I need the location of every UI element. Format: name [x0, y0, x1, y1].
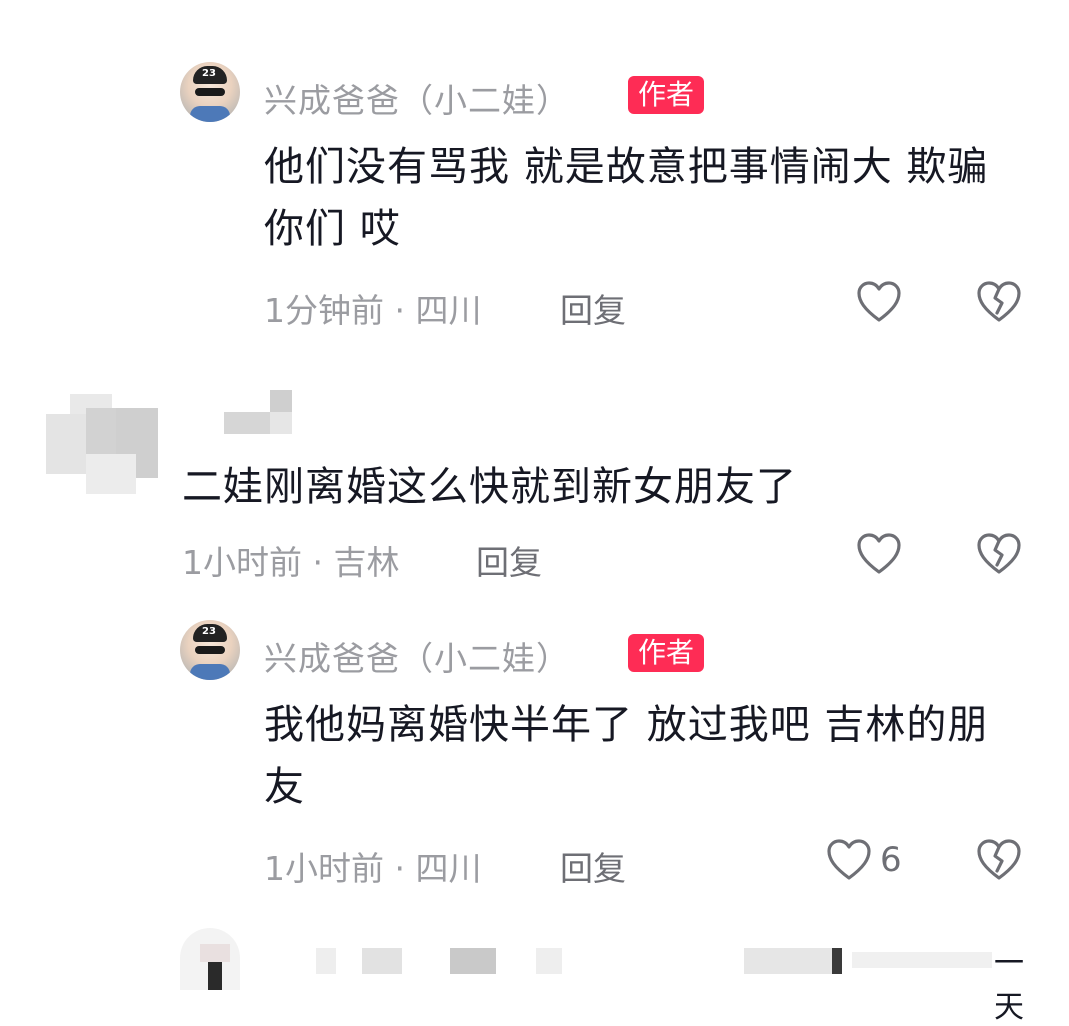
mosaic-block: [744, 948, 832, 974]
mosaic-block: [86, 408, 116, 456]
comment-time: 1小时前: [264, 849, 384, 888]
broken-heart-icon: [977, 533, 1021, 574]
dislike-button[interactable]: [976, 280, 1022, 324]
like-button[interactable]: [856, 532, 902, 576]
reply-button[interactable]: 回复: [476, 536, 542, 584]
like-button[interactable]: [826, 838, 872, 882]
time-fragment: 一天: [994, 946, 1024, 1025]
avatar-glasses: [195, 88, 225, 96]
comment-time: 1小时前: [182, 543, 302, 582]
like-button[interactable]: [856, 280, 902, 324]
mosaic-block: [270, 390, 292, 412]
comment-location: 吉林: [333, 543, 400, 582]
author-badge: 作者: [628, 76, 705, 114]
comment-text: 他们没有骂我 就是故意把事情闹大 欺骗你们 哎: [264, 144, 989, 252]
comment-meta: 1小时前 · 四川: [264, 842, 481, 890]
mosaic-block: [224, 412, 270, 434]
mosaic-block: [200, 944, 230, 962]
mosaic-block: [270, 412, 292, 434]
heart-outline-icon: [857, 281, 901, 322]
broken-heart-icon: [977, 839, 1021, 880]
mosaic-block: [852, 952, 992, 968]
avatar[interactable]: 23: [180, 620, 240, 680]
reply-button[interactable]: 回复: [560, 842, 626, 890]
mosaic-block: [362, 948, 402, 974]
mosaic-block: [316, 948, 336, 974]
avatar-partial[interactable]: [180, 928, 240, 990]
reply-button[interactable]: 回复: [560, 284, 626, 332]
mosaic-block: [832, 948, 842, 974]
comment-time: 1分钟前: [264, 291, 384, 330]
author-badge: 作者: [628, 634, 705, 672]
comment-meta: 1小时前 · 吉林: [182, 536, 399, 584]
meta-separator: ·: [394, 291, 416, 330]
comment-location: 四川: [415, 849, 482, 888]
mosaic-block: [86, 454, 136, 494]
broken-heart-icon: [977, 281, 1021, 322]
mosaic-block: [46, 414, 86, 474]
avatar-glasses: [195, 646, 225, 654]
avatar-blurred[interactable]: [46, 394, 158, 498]
heart-outline-icon: [857, 533, 901, 574]
avatar[interactable]: 23: [180, 62, 240, 122]
avatar-shirt: [190, 106, 230, 122]
username[interactable]: 兴成爸爸（小二娃）: [264, 632, 570, 680]
username[interactable]: 兴成爸爸（小二娃）: [264, 74, 570, 122]
mosaic-block: [208, 962, 222, 990]
comment-text: 二娃刚离婚这么快就到新女朋友了: [182, 464, 797, 510]
heart-outline-icon: [827, 839, 871, 880]
meta-separator: ·: [312, 543, 334, 582]
avatar-shirt: [190, 664, 230, 680]
mosaic-block: [536, 948, 562, 974]
username-blurred[interactable]: [224, 390, 294, 436]
comment-text: 我他妈离婚快半年了 放过我吧 吉林的朋友: [264, 702, 989, 810]
avatar-cap-number: 23: [202, 626, 216, 637]
like-count: 6: [880, 840, 902, 880]
avatar-cap-number: 23: [202, 68, 216, 79]
comment-meta: 1分钟前 · 四川: [264, 284, 481, 332]
mosaic-block: [450, 948, 496, 974]
dislike-button[interactable]: [976, 532, 1022, 576]
next-comment-blurred: 一天: [176, 928, 1046, 1025]
dislike-button[interactable]: [976, 838, 1022, 882]
comment-location: 四川: [415, 291, 482, 330]
meta-separator: ·: [394, 849, 416, 888]
